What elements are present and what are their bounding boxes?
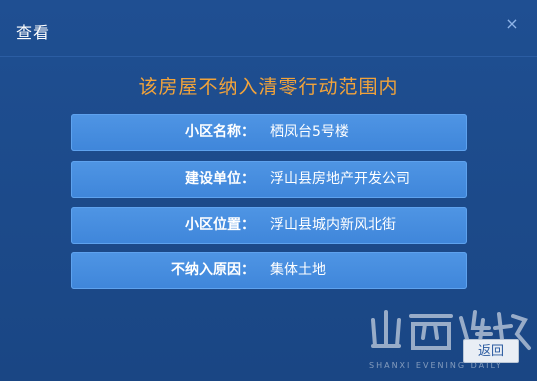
info-label: 不纳入原因	[171, 262, 241, 278]
info-label: 小区位置	[185, 217, 241, 233]
info-label: 小区名称	[185, 124, 241, 140]
back-button[interactable]: 返回	[463, 339, 519, 363]
info-value: 浮山县房地产开发公司	[270, 171, 410, 187]
notice-heading: 该房屋不纳入清零行动范围内	[138, 76, 399, 98]
info-value: 浮山县城内新风北街	[270, 217, 396, 233]
dialog-title: 查看	[16, 23, 51, 42]
info-value: 栖凤台5号楼	[270, 124, 349, 140]
close-icon[interactable]: ×	[503, 15, 521, 33]
info-label: 建设单位	[185, 171, 241, 187]
dialog: 查看 × 该房屋不纳入清零行动范围内 小区名称 ： 栖凤台5号楼 建设单位 ： …	[0, 0, 537, 381]
info-row-developer: 建设单位 ： 浮山县房地产开发公司	[71, 161, 467, 198]
title-divider	[0, 56, 537, 57]
dialog-titlebar: 查看 ×	[0, 0, 537, 58]
info-row-location: 小区位置 ： 浮山县城内新风北街	[71, 207, 467, 244]
info-row-exclusion-reason: 不纳入原因 ： 集体土地	[71, 252, 467, 289]
info-colon: ：	[241, 262, 255, 278]
info-colon: ：	[241, 217, 255, 233]
info-row-community-name: 小区名称 ： 栖凤台5号楼	[71, 114, 467, 151]
info-colon: ：	[241, 171, 255, 187]
info-value: 集体土地	[270, 262, 326, 278]
info-colon: ：	[241, 124, 255, 140]
